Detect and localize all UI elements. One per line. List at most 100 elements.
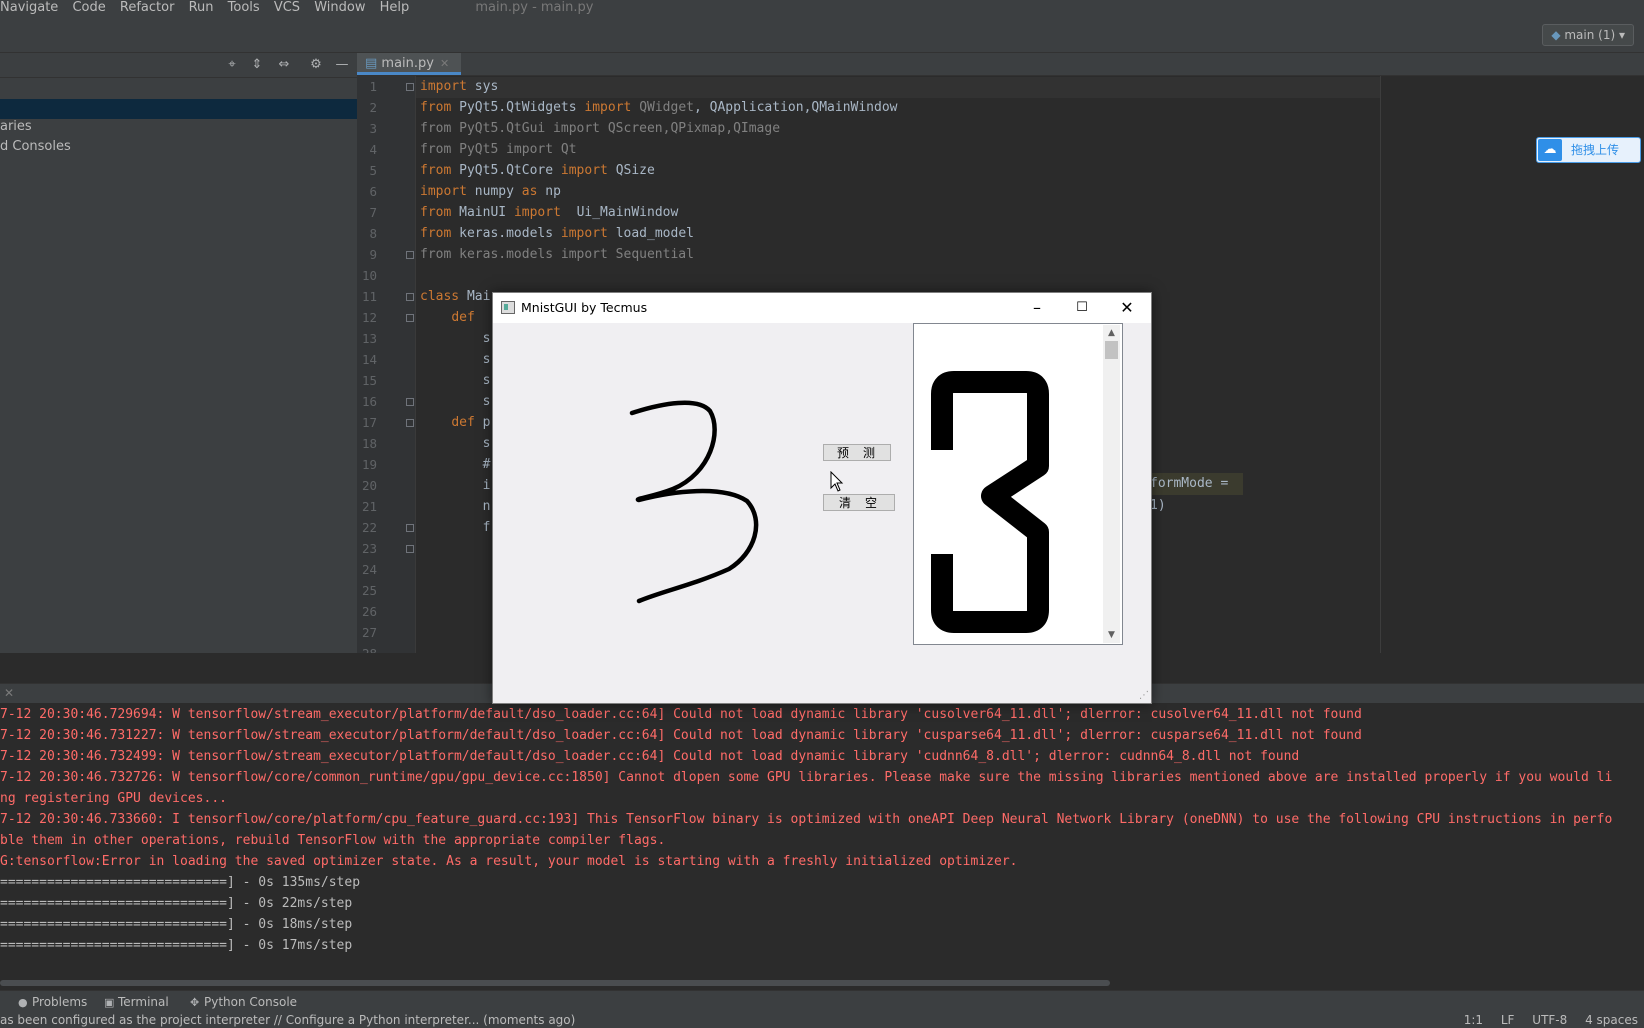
resize-grip-icon[interactable]: ⋰ — [1139, 691, 1149, 701]
file-encoding[interactable]: UTF-8 — [1532, 1013, 1567, 1027]
line-number: 21 — [361, 499, 377, 514]
run-console-output[interactable]: 7-12 20:30:46.729694: W tensorflow/strea… — [0, 703, 1644, 980]
minimize-icon[interactable]: – — [1015, 293, 1059, 323]
status-bar: as been configured as the project interp… — [0, 1012, 1644, 1028]
code-line: from PyQt5.QtWidgets import QWidget, QAp… — [420, 100, 898, 115]
code-line: s — [482, 373, 491, 388]
indent-setting[interactable]: 4 spaces — [1585, 1013, 1638, 1027]
predict-button[interactable]: 预测 — [823, 444, 891, 461]
console-line: 7-12 20:30:46.732726: W tensorflow/core/… — [0, 770, 1613, 785]
console-horizontal-scrollbar[interactable] — [0, 980, 1110, 986]
console-line: =============================] - 0s 22ms… — [0, 896, 353, 911]
mouse-cursor-icon — [830, 471, 844, 492]
line-numbers: 1 2 3 4 5 6 7 8 9 10 11 12 13 14 15 16 17 18 19 20 21 22 23 24 2… — [357, 76, 415, 653]
gear-icon[interactable]: ⚙ — [308, 57, 324, 73]
line-number: 14 — [361, 352, 377, 367]
baidu-upload-label: 拖拽上传 — [1571, 143, 1620, 157]
clear-button[interactable]: 清空 — [823, 494, 895, 511]
scroll-up-icon[interactable]: ▲ — [1103, 325, 1120, 341]
fold-marker-icon[interactable] — [406, 83, 414, 91]
fold-marker-icon[interactable] — [406, 524, 414, 532]
window-title: main.py - main.py — [475, 0, 594, 15]
line-number: 16 — [361, 394, 377, 409]
line-separator[interactable]: LF — [1501, 1013, 1515, 1027]
scroll-thumb[interactable] — [1105, 341, 1118, 359]
run-config-label: main (1) — [1564, 28, 1616, 42]
tab-python-console[interactable]: ✥ Python Console — [190, 991, 297, 1014]
code-line: from keras.models import Sequential — [420, 247, 694, 262]
code-line: from PyQt5.QtGui import QScreen,QPixmap,… — [420, 121, 781, 136]
fold-marker-icon[interactable] — [406, 251, 414, 259]
close-window-icon[interactable]: ✕ — [1105, 293, 1149, 323]
code-line: from PyQt5 import Qt — [420, 142, 577, 157]
menu-vcs[interactable]: VCS — [274, 1, 300, 15]
code-line: s — [482, 331, 491, 346]
console-line: =============================] - 0s 17ms… — [0, 938, 353, 953]
menu-tools[interactable]: Tools — [228, 1, 260, 15]
problems-icon: ● — [18, 996, 28, 1009]
close-tab-icon[interactable]: ✕ — [440, 57, 449, 70]
line-number: 1 — [369, 79, 377, 94]
line-number: 27 — [361, 625, 377, 640]
drawing-canvas[interactable] — [493, 323, 893, 703]
close-icon[interactable]: ✕ — [4, 686, 14, 700]
caret-position[interactable]: 1:1 — [1464, 1013, 1483, 1027]
terminal-icon: ▣ — [104, 996, 115, 1009]
line20-tail: formMode = 1) — [1150, 476, 1229, 513]
maximize-icon[interactable]: ☐ — [1060, 293, 1104, 323]
expand-all-icon[interactable]: ⇕ — [249, 57, 265, 73]
menu-help[interactable]: Help — [380, 1, 410, 15]
cloud-icon: ☁ — [1538, 139, 1562, 161]
fold-marker-icon[interactable] — [406, 398, 414, 406]
tree-item-consoles[interactable]: d Consoles — [0, 137, 357, 157]
code-line: s — [482, 436, 491, 451]
code-line: s — [482, 394, 491, 409]
minimize-panel-icon[interactable]: — — [334, 57, 350, 73]
preview-image-area[interactable]: ▲ ▼ — [913, 323, 1123, 645]
line-number: 3 — [369, 121, 377, 136]
tab-terminal[interactable]: ▣ Terminal — [104, 991, 169, 1014]
tree-item-selected[interactable] — [0, 99, 357, 119]
menu-window[interactable]: Window — [314, 1, 365, 15]
console-line: G:tensorflow:Error in loading the saved … — [0, 854, 1018, 869]
console-line: ng registering GPU devices... — [0, 791, 227, 806]
line-number: 4 — [369, 142, 377, 157]
line-number: 11 — [361, 289, 377, 304]
line-number: 19 — [361, 457, 377, 472]
qt-title-bar[interactable]: MnistGUI by Tecmus – ☐ ✕ — [493, 293, 1151, 323]
tab-main-py[interactable]: ▤ main.py ✕ — [357, 53, 462, 75]
line-number: 8 — [369, 226, 377, 241]
tab-problems[interactable]: ● Problems — [18, 991, 87, 1014]
console-line: 7-12 20:30:46.729694: W tensorflow/strea… — [0, 707, 1362, 722]
main-toolbar — [0, 17, 1644, 53]
preview-vertical-scrollbar[interactable]: ▲ ▼ — [1103, 325, 1120, 643]
tab-label: main.py — [381, 56, 434, 71]
run-config-selector[interactable]: ◆ main (1) ▾ — [1542, 24, 1634, 46]
menu-code[interactable]: Code — [72, 1, 105, 15]
tree-item-libraries[interactable]: aries — [0, 117, 357, 137]
code-line: i — [482, 478, 491, 493]
fold-marker-icon[interactable] — [406, 419, 414, 427]
fold-marker-icon[interactable] — [406, 293, 414, 301]
line-number: 15 — [361, 373, 377, 388]
menu-navigate[interactable]: Navigate — [0, 1, 58, 15]
locate-icon[interactable]: ⌖ — [224, 57, 240, 73]
menu-refactor[interactable]: Refactor — [120, 1, 175, 15]
fold-marker-icon[interactable] — [406, 545, 414, 553]
python-icon: ◆ — [1551, 28, 1565, 42]
project-panel: ⌖ ⇕ ⇔ ⚙ — aries d Consoles — [0, 53, 357, 653]
fold-marker-icon[interactable] — [406, 314, 414, 322]
line-number: 5 — [369, 163, 377, 178]
baidu-upload-widget[interactable]: ☁ 拖拽上传 — [1536, 137, 1641, 163]
line-number: 23 — [361, 541, 377, 556]
qt-window-title: MnistGUI by Tecmus — [521, 300, 648, 315]
collapse-all-icon[interactable]: ⇔ — [276, 57, 292, 73]
code-line: from keras.models import load_model — [420, 226, 694, 241]
scroll-down-icon[interactable]: ▼ — [1103, 627, 1120, 643]
preview-digit-image — [931, 371, 1049, 633]
line-number: 7 — [369, 205, 377, 220]
line-number: 6 — [369, 184, 377, 199]
menu-run[interactable]: Run — [189, 1, 214, 15]
code-line: def — [451, 310, 475, 325]
status-message[interactable]: as been configured as the project interp… — [0, 1013, 575, 1027]
